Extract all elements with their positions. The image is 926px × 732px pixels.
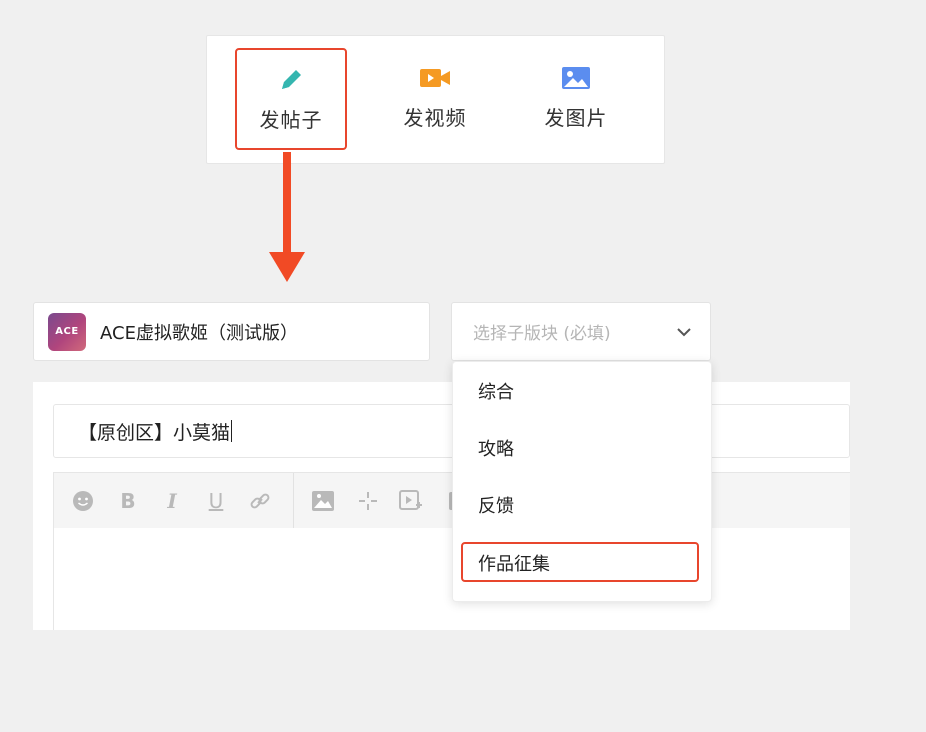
forum-name: ACE虚拟歌姬（测试版） — [100, 322, 298, 344]
insert-image-icon[interactable] — [311, 489, 335, 513]
bold-icon[interactable]: B — [116, 489, 140, 513]
post-thread-label: 发帖子 — [259, 108, 323, 132]
chevron-down-icon — [677, 327, 691, 336]
dropdown-item-works-collection[interactable]: 作品征集 — [478, 550, 550, 576]
post-image-option[interactable]: 发图片 — [520, 48, 632, 150]
toolbar-separator — [293, 473, 294, 529]
dropdown-item-general[interactable]: 综合 — [478, 378, 514, 404]
ace-logo-icon: ACE — [48, 312, 86, 351]
post-video-label: 发视频 — [403, 106, 467, 130]
post-video-option[interactable]: 发视频 — [379, 48, 491, 150]
sub-section-dropdown: 综合 攻略 反馈 作品征集 — [452, 361, 712, 602]
forum-logo-text: ACE — [55, 326, 79, 337]
underline-icon[interactable]: U — [204, 489, 228, 513]
post-type-card: 发帖子 发视频 发图片 — [206, 35, 665, 164]
image-icon — [560, 64, 592, 92]
post-image-label: 发图片 — [544, 106, 608, 130]
arrow-down-icon — [269, 252, 305, 282]
post-thread-option[interactable]: 发帖子 — [235, 48, 347, 150]
dropdown-item-guide[interactable]: 攻略 — [478, 435, 514, 461]
video-camera-icon — [419, 64, 451, 92]
dropdown-item-feedback[interactable]: 反馈 — [478, 492, 514, 518]
pencil-icon — [275, 66, 307, 94]
emoji-icon[interactable] — [71, 489, 95, 513]
italic-icon[interactable]: I — [160, 489, 184, 513]
text-caret — [231, 420, 233, 442]
title-value: 【原创区】小莫猫 — [78, 421, 231, 444]
forum-selector[interactable]: ACE ACE虚拟歌姬（测试版） — [33, 302, 430, 361]
annotation-arrow-shaft — [283, 152, 291, 256]
link-icon[interactable] — [248, 489, 272, 513]
move-icon[interactable] — [356, 489, 380, 513]
sub-section-placeholder: 选择子版块 (必填) — [473, 324, 611, 344]
sub-section-select[interactable]: 选择子版块 (必填) — [451, 302, 711, 361]
insert-video-icon[interactable] — [399, 489, 423, 513]
